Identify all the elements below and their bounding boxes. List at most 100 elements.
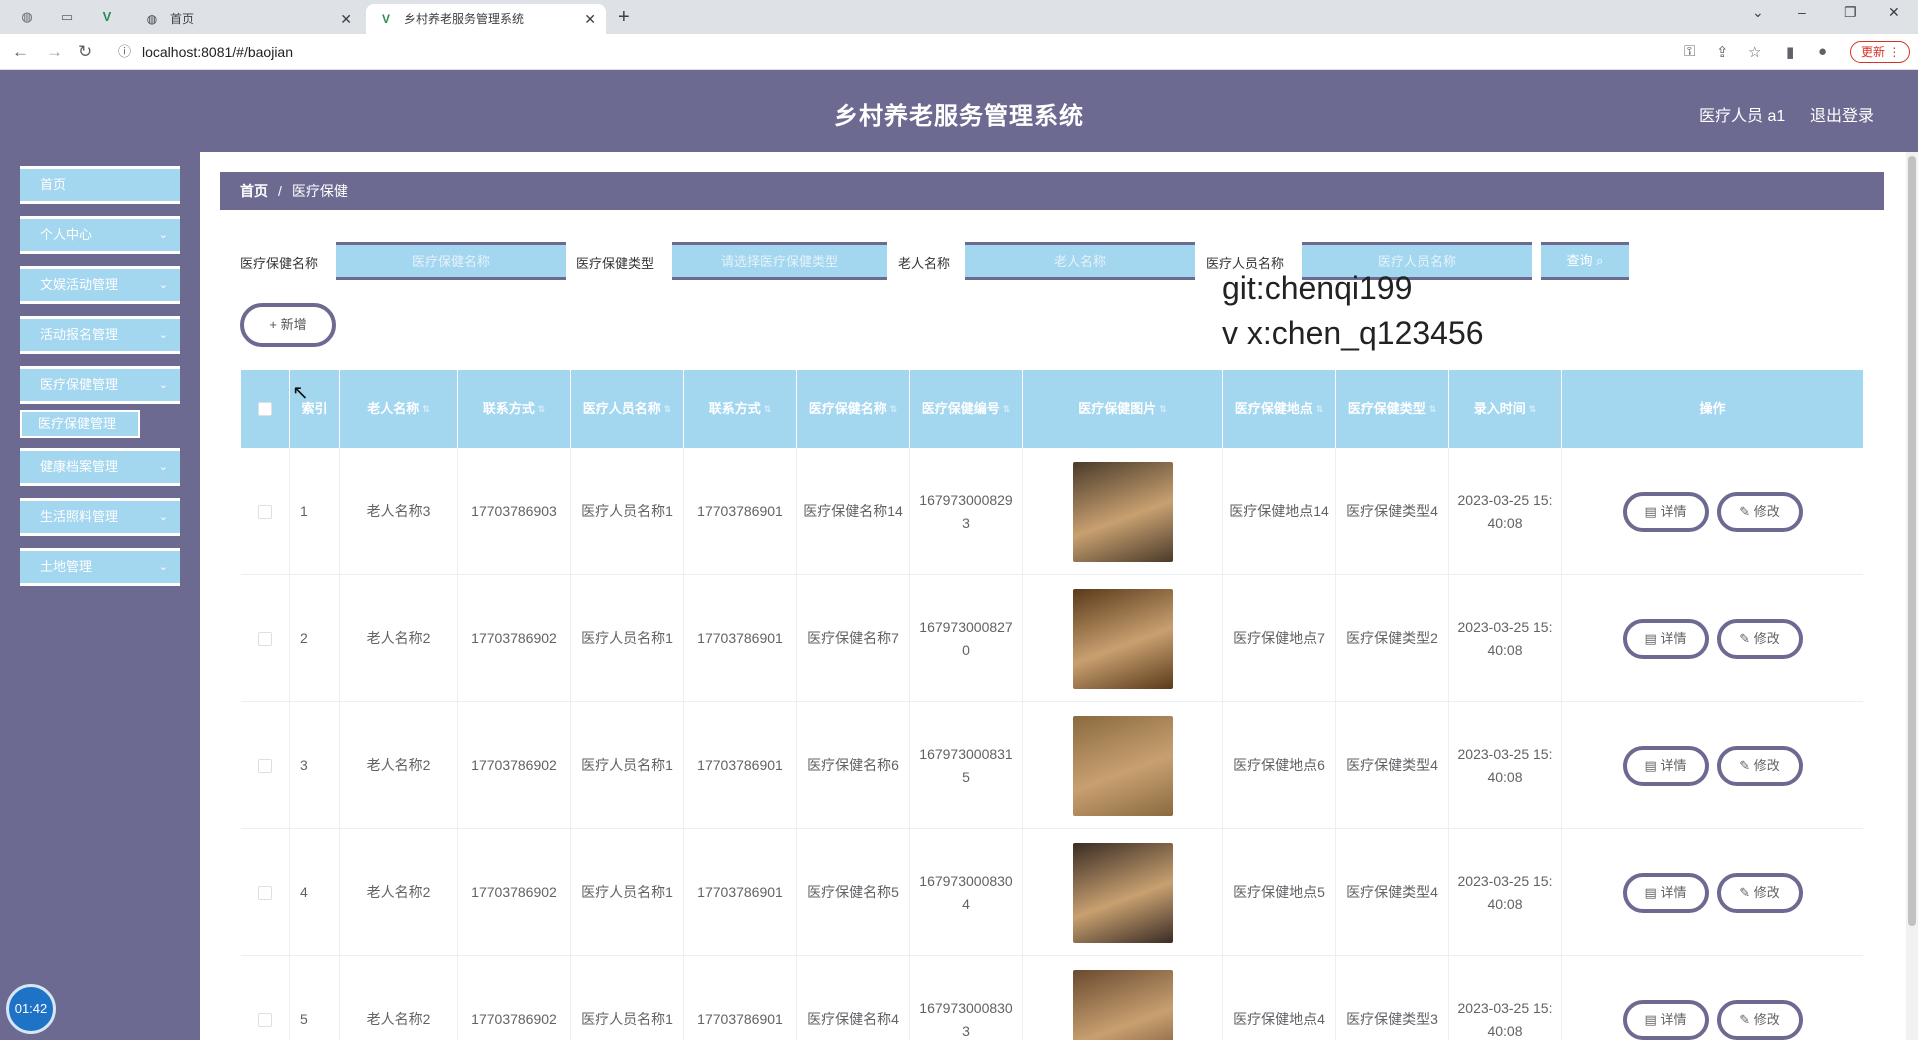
search-button[interactable]: 查询 ⌕ (1541, 242, 1629, 280)
globe-icon: ◍ (146, 12, 158, 26)
sidebar-item-home[interactable]: 首页 (20, 166, 180, 204)
globe-icon[interactable]: ◍ (18, 8, 36, 26)
edit-button[interactable]: ✎ 修改 (1716, 872, 1803, 913)
healthcare-type-cell: 医疗保健类型4 (1336, 702, 1449, 829)
sidebar-item-recreation[interactable]: 文娱活动管理 ⌄ (20, 266, 180, 304)
healthcare-name-input[interactable] (336, 242, 566, 280)
browser-tab-app[interactable]: V 乡村养老服务管理系统 ✕ (366, 4, 606, 34)
staff-phone-cell: 17703786901 (684, 448, 797, 575)
url-field[interactable]: ⓘ localhost:8081/#/baojian (108, 40, 1688, 64)
page-icon[interactable]: ▭ (58, 8, 76, 26)
sort-icon: ⇅ (663, 404, 672, 414)
col-label: 老人名称 (367, 401, 420, 416)
vue-icon[interactable]: V (98, 8, 116, 26)
sidepanel-icon[interactable]: ▮ (1786, 43, 1794, 61)
cell-text: 医疗保健类型4 (1346, 884, 1438, 900)
row-checkbox[interactable] (258, 885, 272, 900)
sidebar-subitem-healthcare[interactable]: 医疗保健管理 (20, 410, 140, 438)
logout-button[interactable]: 退出登录 (1810, 102, 1874, 126)
key-icon[interactable]: ⚿ (1684, 43, 1695, 60)
entry-time-cell: 2023-03-25 15:40:08 (1449, 448, 1562, 575)
breadcrumb: 首页 / 医疗保健 (220, 172, 1884, 210)
restore-icon[interactable]: ❐ (1844, 4, 1857, 21)
edit-button[interactable]: ✎ 修改 (1716, 745, 1803, 786)
cell-text: 老人名称2 (366, 1011, 431, 1027)
cell-text: 医疗保健类型3 (1346, 1011, 1438, 1027)
sidebar-item-health-records[interactable]: 健康档案管理 ⌄ (20, 448, 180, 486)
browser-tab-home[interactable]: ◍ 首页 ✕ (132, 4, 362, 34)
col-label: 录入时间 (1473, 401, 1526, 416)
sidebar-item-personal-center[interactable]: 个人中心 ⌄ (20, 216, 180, 254)
watermark-line-2: v x:chen_q123456 (1222, 315, 1484, 351)
row-checkbox[interactable] (258, 1012, 272, 1027)
star-icon[interactable]: ☆ (1748, 43, 1761, 61)
sidebar-item-life-care[interactable]: 生活照料管理 ⌄ (20, 498, 180, 536)
index-cell: 4 (290, 829, 340, 956)
profile-icon[interactable]: ● (1818, 43, 1827, 60)
col-header-healthcare-image[interactable]: 医疗保健图片 ⇅ (1023, 370, 1223, 448)
col-header-healthcare-place[interactable]: 医疗保健地点 ⇅ (1223, 370, 1336, 448)
col-header-elder-name[interactable]: 老人名称 ⇅ (340, 370, 458, 448)
minimize-icon[interactable]: – (1798, 4, 1806, 20)
col-label: 医疗保健编号 (921, 401, 1000, 416)
cell-text: 17703786902 (471, 630, 557, 646)
healthcare-name-cell: 医疗保健名称5 (797, 829, 910, 956)
recording-timer: 01:42 (6, 984, 56, 1034)
select-all-checkbox[interactable] (258, 402, 272, 416)
filter-label-name: 医疗保健名称 (240, 256, 319, 271)
select-cell (241, 448, 290, 575)
cell-text: 医疗保健名称14 (803, 503, 903, 519)
window-close-icon[interactable]: ✕ (1888, 4, 1900, 21)
col-header-entry-time[interactable]: 录入时间 ⇅ (1449, 370, 1562, 448)
healthcare-thumbnail[interactable] (1072, 588, 1173, 689)
sidebar-item-label: 医疗保健管理 (40, 377, 119, 392)
healthcare-thumbnail[interactable] (1072, 842, 1173, 943)
watermark-line-1: git:chenqi199 (1222, 270, 1413, 306)
select-cell (241, 829, 290, 956)
row-checkbox[interactable] (258, 631, 272, 646)
update-button[interactable]: 更新 ⋮ (1850, 41, 1910, 63)
close-icon[interactable]: ✕ (340, 4, 352, 34)
edit-button[interactable]: ✎ 修改 (1716, 491, 1803, 532)
detail-button[interactable]: ▤ 详情 (1622, 491, 1709, 532)
cell-text: 医疗保健类型4 (1346, 757, 1438, 773)
edit-button[interactable]: ✎ 修改 (1716, 618, 1803, 659)
sidebar-item-activity-signup[interactable]: 活动报名管理 ⌄ (20, 316, 180, 354)
scrollbar-thumb[interactable] (1908, 156, 1916, 926)
close-icon[interactable]: ✕ (584, 4, 596, 34)
healthcare-thumbnail[interactable] (1072, 461, 1173, 562)
share-icon[interactable]: ⇪ (1716, 43, 1729, 61)
col-header-healthcare-name[interactable]: 医疗保健名称 ⇅ (797, 370, 910, 448)
reload-icon[interactable]: ↻ (78, 42, 92, 62)
cell-text: 17703786901 (697, 630, 783, 646)
detail-button[interactable]: ▤ 详情 (1622, 999, 1709, 1040)
healthcare-thumbnail[interactable] (1072, 715, 1173, 816)
breadcrumb-home[interactable]: 首页 (240, 183, 268, 199)
index-cell: 2 (290, 575, 340, 702)
healthcare-type-select[interactable] (672, 242, 887, 280)
col-header-healthcare-type[interactable]: 医疗保健类型 ⇅ (1336, 370, 1449, 448)
back-icon[interactable]: ← (12, 42, 29, 62)
sidebar-item-healthcare[interactable]: 医疗保健管理 ⌄ (20, 366, 180, 404)
elder-name-input[interactable] (965, 242, 1195, 280)
add-button[interactable]: + 新增 (240, 303, 336, 347)
page-scrollbar[interactable] (1906, 152, 1918, 1040)
sidebar-item-land[interactable]: 土地管理 ⌄ (20, 548, 180, 586)
healthcare-thumbnail[interactable] (1072, 969, 1173, 1040)
edit-button[interactable]: ✎ 修改 (1716, 999, 1803, 1040)
row-checkbox[interactable] (258, 758, 272, 773)
update-label: 更新 (1861, 45, 1886, 59)
col-header-staff-phone[interactable]: 联系方式 ⇅ (684, 370, 797, 448)
detail-button[interactable]: ▤ 详情 (1622, 745, 1709, 786)
forward-icon[interactable]: → (46, 42, 63, 62)
detail-button[interactable]: ▤ 详情 (1622, 618, 1709, 659)
col-header-healthcare-code[interactable]: 医疗保健编号 ⇅ (910, 370, 1023, 448)
new-tab-icon[interactable]: + (618, 4, 630, 30)
detail-button[interactable]: ▤ 详情 (1622, 872, 1709, 913)
chevron-down-icon[interactable]: ⌄ (1752, 4, 1764, 21)
row-checkbox[interactable] (258, 504, 272, 519)
healthcare-code-cell: 1679730008304 (910, 829, 1023, 956)
info-icon[interactable]: ⓘ (118, 40, 131, 64)
col-header-staff-name[interactable]: 医疗人员名称 ⇅ (571, 370, 684, 448)
col-header-elder-phone[interactable]: 联系方式 ⇅ (458, 370, 571, 448)
